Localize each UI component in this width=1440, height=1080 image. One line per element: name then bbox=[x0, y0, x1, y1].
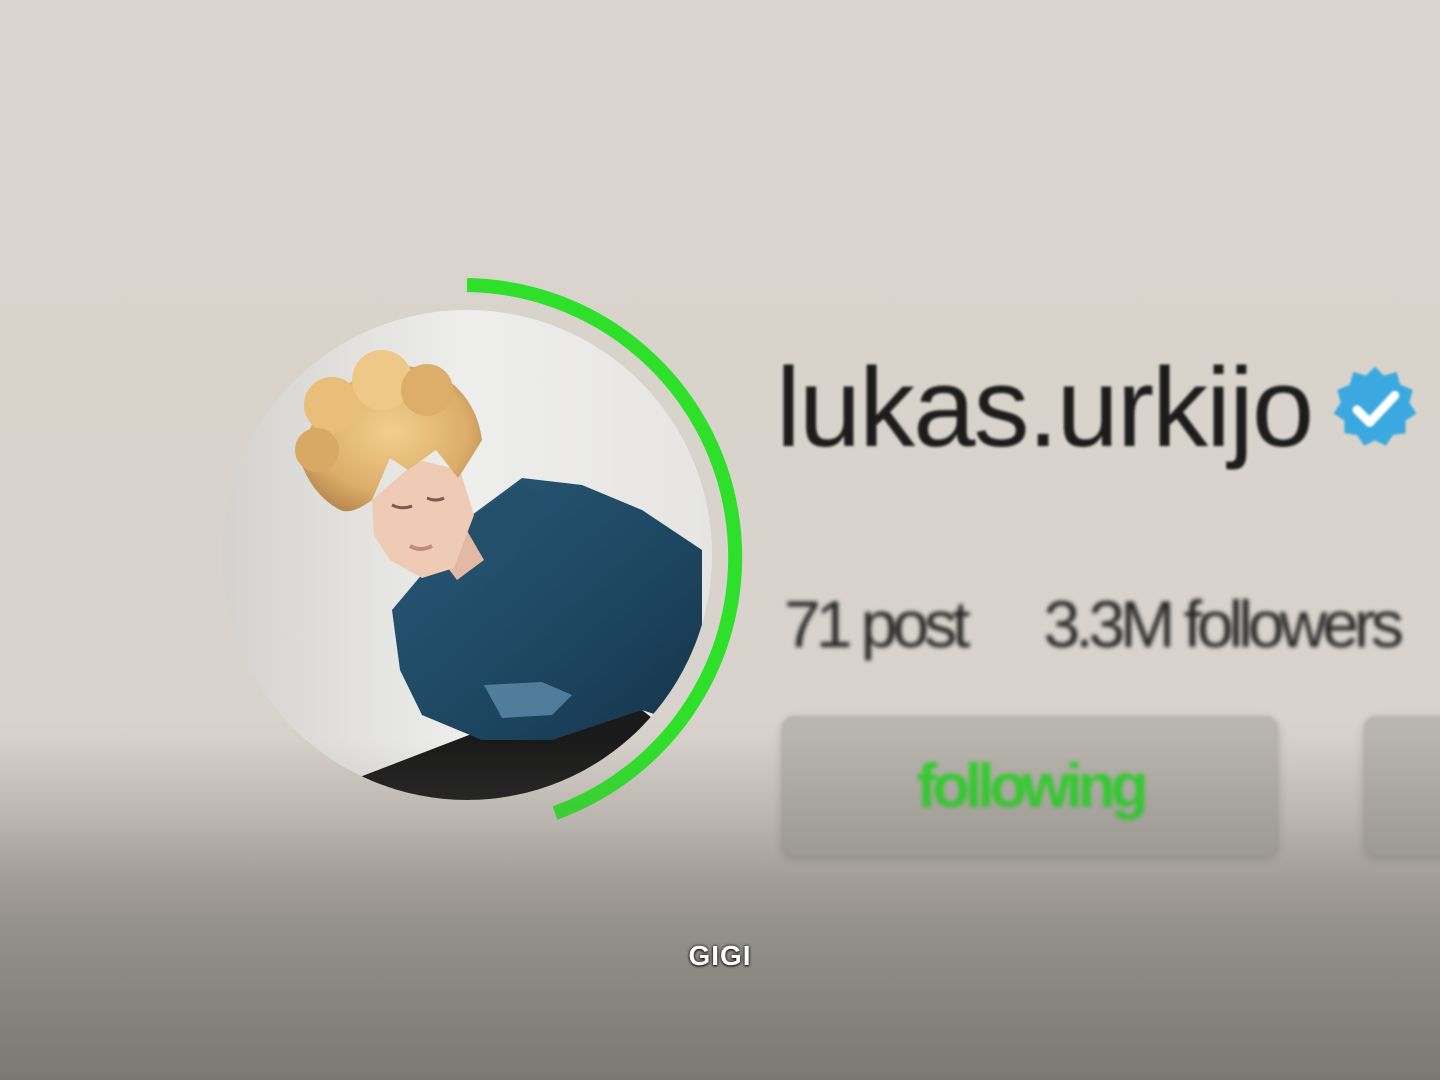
avatar[interactable] bbox=[222, 310, 712, 800]
profile-screen: lukas.urkijo 71 post 3.3M followers follo… bbox=[0, 0, 1440, 1080]
video-caption: GIGI bbox=[688, 940, 752, 971]
verified-badge-icon bbox=[1333, 366, 1417, 446]
posts-count[interactable]: 71 post bbox=[784, 586, 970, 662]
avatar-photo bbox=[222, 310, 712, 800]
following-button[interactable]: following bbox=[782, 716, 1278, 856]
profile-stats: 71 post 3.3M followers bbox=[784, 586, 1404, 662]
username-row: lukas.urkijo bbox=[776, 352, 1420, 464]
message-button[interactable] bbox=[1364, 716, 1440, 856]
username: lukas.urkijo bbox=[776, 345, 1314, 470]
following-button-label: following bbox=[916, 751, 1148, 821]
avatar-container[interactable] bbox=[222, 310, 712, 800]
followers-count[interactable]: 3.3M followers bbox=[1044, 586, 1404, 662]
story-progress-ring bbox=[466, 278, 743, 820]
